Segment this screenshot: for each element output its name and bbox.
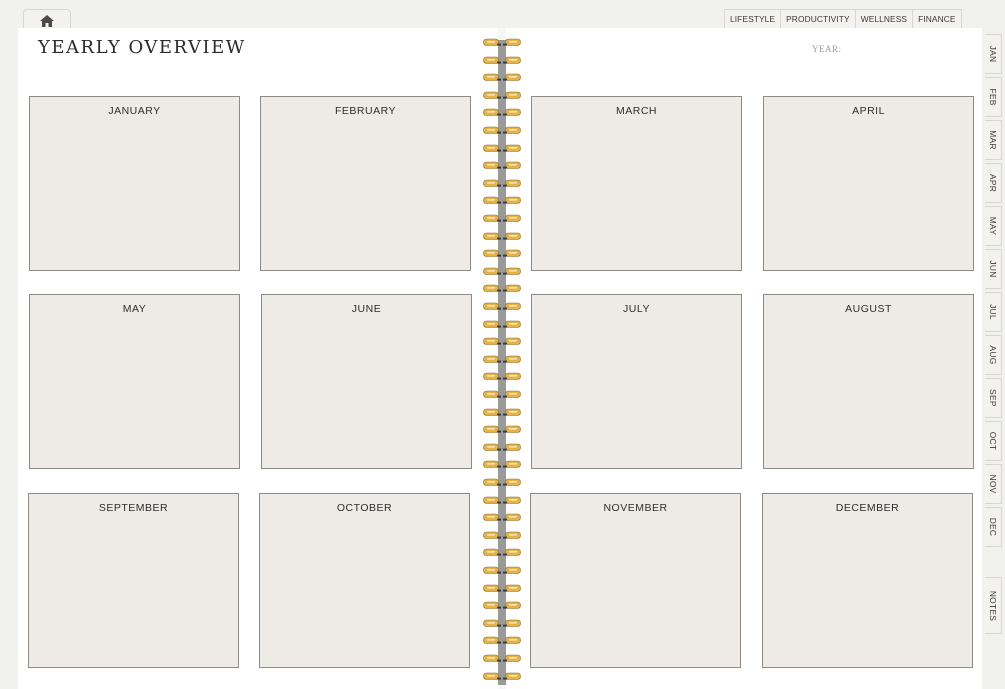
- month-box-september[interactable]: SEPTEMBER: [28, 493, 239, 668]
- binding-ring: [483, 249, 521, 257]
- tab-finance[interactable]: FINANCE: [912, 9, 962, 29]
- binding-ring: [483, 513, 521, 521]
- binding-ring: [483, 584, 521, 592]
- binding-ring: [483, 460, 521, 468]
- month-label-july: JULY: [623, 303, 650, 315]
- tab-productivity[interactable]: PRODUCTIVITY: [780, 9, 855, 29]
- side-tab-aug[interactable]: AUG: [985, 335, 1002, 375]
- month-box-june[interactable]: JUNE: [261, 294, 472, 469]
- binding-ring: [483, 672, 521, 680]
- side-tab-dec[interactable]: DEC: [985, 507, 1002, 547]
- binding-ring: [483, 478, 521, 486]
- side-tab-label: SEP: [988, 389, 998, 407]
- home-icon: [40, 15, 54, 27]
- binding-ring: [483, 443, 521, 451]
- side-tab-label: AUG: [988, 345, 998, 365]
- year-label: YEAR:: [812, 44, 842, 54]
- month-label-october: OCTOBER: [336, 502, 393, 514]
- month-box-december[interactable]: DECEMBER: [762, 493, 973, 668]
- side-tab-may[interactable]: MAY: [985, 206, 1002, 246]
- side-tab-oct[interactable]: OCT: [985, 421, 1002, 461]
- binding-ring: [483, 196, 521, 204]
- binding-ring: [483, 232, 521, 240]
- binding-ring: [483, 425, 521, 433]
- binding-ring: [483, 179, 521, 187]
- month-label-february: FEBRUARY: [335, 105, 396, 117]
- month-label-june: JUNE: [351, 303, 382, 315]
- binding-ring: [483, 126, 521, 134]
- month-label-september: SEPTEMBER: [98, 502, 169, 514]
- side-tab-mar[interactable]: MAR: [985, 120, 1002, 160]
- side-tab-label: JUL: [988, 304, 998, 320]
- month-box-january[interactable]: JANUARY: [29, 96, 240, 271]
- month-label-january: JANUARY: [108, 105, 161, 117]
- binding-ring: [483, 56, 521, 64]
- binding-ring: [483, 214, 521, 222]
- binding-ring: [483, 531, 521, 539]
- side-tab-label: NOTES: [988, 590, 998, 621]
- month-box-may[interactable]: MAY: [29, 294, 240, 469]
- month-box-july[interactable]: JULY: [531, 294, 742, 469]
- side-tab-sep[interactable]: SEP: [985, 378, 1002, 418]
- month-box-march[interactable]: MARCH: [531, 96, 742, 271]
- side-tab-label: JUN: [988, 260, 998, 278]
- tab-wellness[interactable]: WELLNESS: [854, 9, 913, 29]
- month-label-august: AUGUST: [845, 303, 892, 315]
- side-tab-label: JAN: [988, 45, 998, 63]
- month-box-october[interactable]: OCTOBER: [259, 493, 470, 668]
- page-title: YEARLY OVERVIEW: [38, 37, 246, 58]
- binding-ring: [483, 372, 521, 380]
- side-tab-jul[interactable]: JUL: [985, 292, 1002, 332]
- binding-ring: [483, 355, 521, 363]
- side-tab-label: FEB: [988, 88, 998, 106]
- month-box-april[interactable]: APRIL: [763, 96, 974, 271]
- binding-ring: [483, 496, 521, 504]
- binding-ring: [483, 161, 521, 169]
- side-tab-nov[interactable]: NOV: [985, 464, 1002, 504]
- side-tab-notes[interactable]: NOTES: [985, 577, 1002, 634]
- binding-ring: [483, 390, 521, 398]
- month-label-may: MAY: [122, 303, 147, 315]
- side-tab-label: MAR: [988, 130, 998, 150]
- top-tab-bar: LIFESTYLE PRODUCTIVITY WELLNESS FINANCE: [724, 9, 962, 29]
- binding-ring: [483, 320, 521, 328]
- side-tab-label: APR: [988, 173, 998, 193]
- binding-ring: [483, 267, 521, 275]
- month-box-february[interactable]: FEBRUARY: [260, 96, 471, 271]
- side-tab-label: OCT: [988, 431, 998, 451]
- month-label-march: MARCH: [616, 105, 657, 117]
- binding-ring: [483, 548, 521, 556]
- side-tab-feb[interactable]: FEB: [985, 77, 1002, 117]
- binding-ring: [483, 636, 521, 644]
- binding-ring: [483, 408, 521, 416]
- month-box-august[interactable]: AUGUST: [763, 294, 974, 469]
- binding-ring: [483, 73, 521, 81]
- binding-ring: [483, 566, 521, 574]
- binding-ring: [483, 601, 521, 609]
- binding-ring: [483, 91, 521, 99]
- binding-ring: [483, 144, 521, 152]
- month-label-december: DECEMBER: [835, 502, 900, 514]
- side-tab-label: DEC: [988, 517, 998, 537]
- month-label-november: NOVEMBER: [603, 502, 668, 514]
- side-tab-label: NOV: [988, 474, 998, 494]
- side-tab-jan[interactable]: JAN: [985, 34, 1002, 74]
- binding-ring: [483, 284, 521, 292]
- binding-ring: [483, 337, 521, 345]
- binding-ring: [483, 302, 521, 310]
- side-tab-apr[interactable]: APR: [985, 163, 1002, 203]
- month-label-april: APRIL: [852, 105, 885, 117]
- binding-ring: [483, 38, 521, 46]
- month-box-november[interactable]: NOVEMBER: [530, 493, 741, 668]
- side-tab-label: MAY: [988, 216, 998, 236]
- binding-ring: [483, 108, 521, 116]
- binding-ring: [483, 654, 521, 662]
- side-tab-jun[interactable]: JUN: [985, 249, 1002, 289]
- tab-lifestyle[interactable]: LIFESTYLE: [724, 9, 781, 29]
- binding-ring: [483, 619, 521, 627]
